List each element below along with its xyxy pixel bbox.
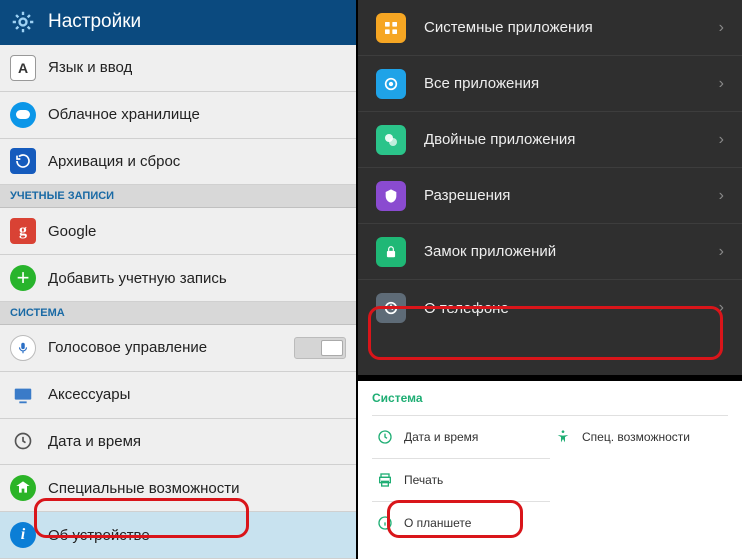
permissions-icon [376, 181, 406, 211]
miui-settings-panel: Системные приложения › Все приложения › … [358, 0, 742, 377]
about-tablet-item[interactable]: О планшете [372, 501, 550, 544]
settings-title: Настройки [48, 11, 141, 33]
about-phone-label: О телефоне [424, 300, 509, 317]
dual-apps-icon [376, 125, 406, 155]
chevron-right-icon: › [719, 75, 724, 93]
clock-icon [376, 428, 394, 446]
print-icon [376, 471, 394, 489]
print-item[interactable]: Печать [372, 458, 550, 501]
backup-label: Архивация и сброс [48, 153, 180, 170]
all-apps-label: Все приложения [424, 75, 539, 92]
accessories-label: Аксессуары [48, 386, 130, 403]
cloud-storage-item[interactable]: Облачное хранилище [0, 92, 356, 139]
chevron-right-icon: › [719, 187, 724, 205]
accessibility-icon [554, 428, 572, 446]
accessibility-item-light[interactable]: Спец. возможности [550, 415, 728, 458]
google-icon: g [10, 218, 36, 244]
chevron-right-icon: › [719, 19, 724, 37]
backup-icon [10, 148, 36, 174]
samsung-settings-panel: Настройки A Язык и ввод Облачное хранили… [0, 0, 358, 559]
google-label: Google [48, 223, 96, 240]
voice-label: Голосовое управление [48, 339, 207, 356]
accessibility-label-light: Спец. возможности [582, 430, 690, 444]
system-section-header: СИСТЕМА [0, 302, 356, 325]
app-lock-item[interactable]: Замок приложений › [358, 224, 742, 280]
add-account-item[interactable]: + Добавить учетную запись [0, 255, 356, 302]
language-label: Язык и ввод [48, 59, 132, 76]
system-apps-item[interactable]: Системные приложения › [358, 0, 742, 56]
stock-android-panel: Система Дата и время Спец. возможности [358, 377, 742, 559]
datetime-item[interactable]: Дата и время [0, 419, 356, 466]
about-device-label: Об устройстве [48, 527, 150, 544]
datetime-item-light[interactable]: Дата и время [372, 415, 550, 458]
add-icon: + [10, 265, 36, 291]
add-account-label: Добавить учетную запись [48, 270, 227, 287]
backup-reset-item[interactable]: Архивация и сброс [0, 139, 356, 186]
app-lock-label: Замок приложений [424, 243, 556, 260]
voice-control-item[interactable]: Голосовое управление [0, 325, 356, 372]
accessibility-label: Специальные возможности [48, 480, 240, 497]
system-apps-icon [376, 13, 406, 43]
info-icon: i [10, 522, 36, 548]
language-input-item[interactable]: A Язык и ввод [0, 45, 356, 92]
accessories-item[interactable]: Аксессуары [0, 372, 356, 419]
chevron-right-icon: › [719, 299, 724, 317]
gear-icon [10, 9, 36, 35]
lock-icon [376, 237, 406, 267]
cloud-icon [10, 102, 36, 128]
voice-toggle[interactable] [294, 337, 346, 359]
accounts-section-header: УЧЕТНЫЕ ЗАПИСИ [0, 185, 356, 208]
permissions-label: Разрешения [424, 187, 510, 204]
settings-header: Настройки [0, 0, 356, 45]
chevron-right-icon: › [719, 243, 724, 261]
about-device-item[interactable]: i Об устройстве [0, 512, 356, 559]
permissions-item[interactable]: Разрешения › [358, 168, 742, 224]
cloud-label: Облачное хранилище [48, 106, 200, 123]
accessories-icon [10, 382, 36, 408]
all-apps-icon [376, 69, 406, 99]
about-phone-item[interactable]: О телефоне › [358, 280, 742, 336]
language-icon: A [10, 55, 36, 81]
about-phone-icon [376, 293, 406, 323]
all-apps-item[interactable]: Все приложения › [358, 56, 742, 112]
dual-apps-label: Двойные приложения [424, 131, 575, 148]
datetime-label-light: Дата и время [404, 430, 478, 444]
system-section-label: Система [372, 391, 728, 405]
chevron-right-icon: › [719, 131, 724, 149]
print-label: Печать [404, 473, 443, 487]
dual-apps-item[interactable]: Двойные приложения › [358, 112, 742, 168]
clock-icon [10, 428, 36, 454]
accessibility-icon [10, 475, 36, 501]
about-tablet-label: О планшете [404, 516, 471, 530]
system-apps-label: Системные приложения [424, 19, 593, 36]
voice-icon [10, 335, 36, 361]
info-icon [376, 514, 394, 532]
google-account-item[interactable]: g Google [0, 208, 356, 255]
datetime-label: Дата и время [48, 433, 141, 450]
accessibility-item[interactable]: Специальные возможности [0, 465, 356, 512]
